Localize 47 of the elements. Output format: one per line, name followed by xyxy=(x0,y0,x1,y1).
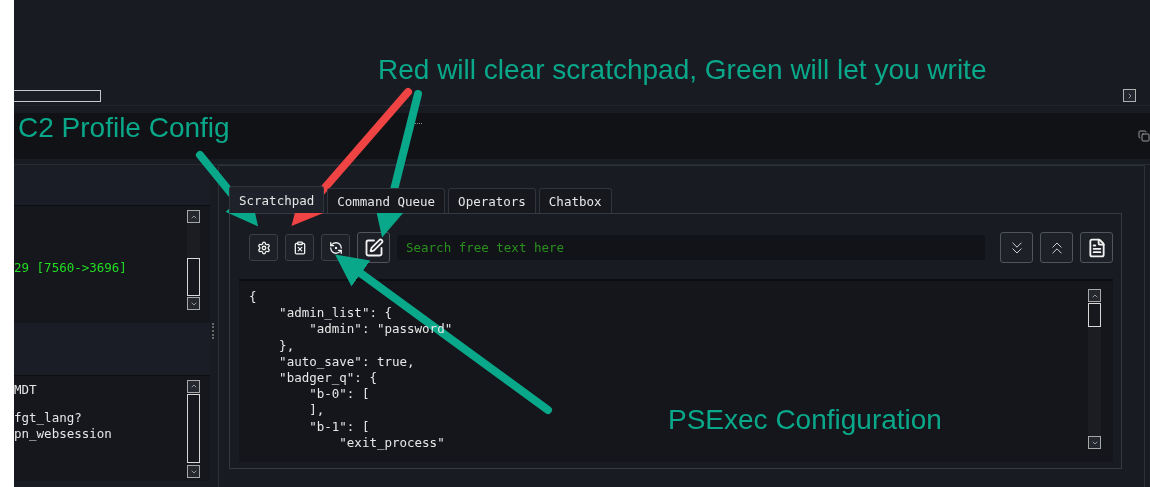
code-line: ], xyxy=(308,402,326,419)
clear-button[interactable] xyxy=(285,234,314,261)
log-line: MDT xyxy=(14,382,38,398)
log-line: pn_websession xyxy=(14,426,112,442)
scroll-down-button[interactable] xyxy=(187,465,200,478)
tab[interactable]: Operators xyxy=(448,188,536,213)
write-button[interactable] xyxy=(357,232,390,263)
tab[interactable]: Scratchpad xyxy=(229,186,325,213)
code-line: "exit_process" xyxy=(338,434,446,452)
annotation-label: C2 Profile Config xyxy=(18,112,230,144)
float-window-icon[interactable] xyxy=(1138,130,1150,142)
code-line: { xyxy=(249,289,258,306)
circular-arrows-icon xyxy=(328,240,343,255)
psexec-button[interactable] xyxy=(321,234,350,261)
annotation-label: Red will clear scratchpad, Green will let you write xyxy=(378,54,987,86)
scroll-down-button[interactable] xyxy=(187,297,200,310)
log-line: fgt_lang? xyxy=(14,410,83,426)
annotation-label: PSExec Configuration xyxy=(668,404,942,436)
scrollbar[interactable] xyxy=(187,380,200,478)
log-line: 29 [7560->3696] xyxy=(14,260,127,276)
scrollbar[interactable] xyxy=(1088,289,1101,449)
code-line: "badger_q": { xyxy=(278,370,378,387)
export-button[interactable] xyxy=(1080,232,1113,263)
code-line: "b-1": [ xyxy=(308,418,371,435)
code-line: "auto_save": true, xyxy=(278,353,416,370)
pen-square-icon xyxy=(363,237,384,258)
search-field[interactable]: Search free text here xyxy=(397,235,985,260)
code-line: }, xyxy=(278,337,296,354)
tab[interactable]: Command Queue xyxy=(327,188,446,213)
settings-icon xyxy=(256,240,271,255)
scrollbar[interactable] xyxy=(187,210,200,310)
scroll-up-button[interactable] xyxy=(1088,289,1101,302)
code-line: "admin_list": { xyxy=(278,305,393,322)
document-icon xyxy=(1086,237,1107,258)
scroll-right-button[interactable] xyxy=(1123,89,1136,102)
scroll-thumb[interactable] xyxy=(187,258,200,296)
horizontal-scrollbar[interactable] xyxy=(14,90,101,102)
scroll-thumb[interactable] xyxy=(187,393,200,464)
scroll-thumb[interactable] xyxy=(1088,303,1101,327)
scroll-up-button[interactable] xyxy=(187,210,200,223)
scroll-down-button[interactable] xyxy=(1088,436,1101,449)
clipboard-x-icon xyxy=(292,240,307,255)
settings-button[interactable] xyxy=(249,234,278,261)
code-line: "b-0": [ xyxy=(308,386,371,403)
tab[interactable]: Chatbox xyxy=(538,188,612,213)
scroll-up-button[interactable] xyxy=(187,380,200,393)
splitter-handle[interactable] xyxy=(212,323,216,339)
